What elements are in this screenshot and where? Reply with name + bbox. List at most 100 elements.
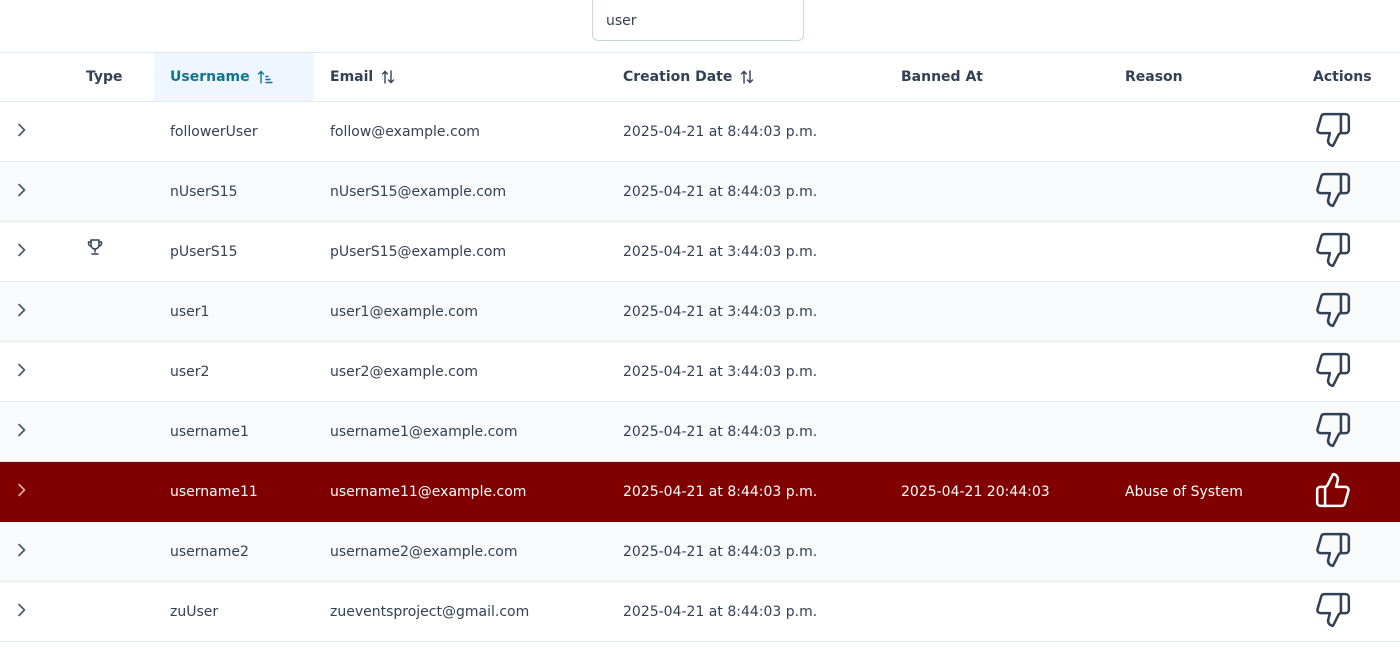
- thumbs-down-icon: [1316, 412, 1351, 448]
- search-box: [592, 0, 804, 41]
- header-email-label: Email: [330, 69, 374, 85]
- username-cell: username1: [154, 401, 314, 462]
- email-text: username1@example.com: [330, 423, 518, 440]
- thumbs-up-icon: [1315, 472, 1350, 508]
- type-cell: [86, 221, 154, 282]
- header-type: Type: [86, 52, 154, 102]
- unban-button[interactable]: [1313, 470, 1353, 510]
- search-input[interactable]: [593, 0, 803, 40]
- ban-button[interactable]: [1313, 290, 1353, 330]
- header-actions: Actions: [1297, 52, 1400, 102]
- username-text: username11: [170, 483, 258, 500]
- thumbs-down-icon: [1316, 592, 1351, 628]
- type-cell: [86, 341, 154, 402]
- chevron-right-icon[interactable]: [12, 301, 30, 319]
- table-row: user2 user2@example.com 2025-04-21 at 3:…: [0, 341, 1400, 402]
- actions-cell: [1297, 401, 1400, 462]
- sort-icon[interactable]: [739, 69, 755, 85]
- chevron-right-icon[interactable]: [12, 421, 30, 439]
- email-text: nUserS15@example.com: [330, 183, 507, 200]
- actions-cell: [1297, 461, 1400, 522]
- ban-button[interactable]: [1313, 530, 1353, 570]
- chevron-right-icon[interactable]: [12, 541, 30, 559]
- table-row: username1 username1@example.com 2025-04-…: [0, 401, 1400, 462]
- email-text: username2@example.com: [330, 543, 518, 560]
- banned-at-cell: [885, 221, 1109, 282]
- table-row: user1 user1@example.com 2025-04-21 at 3:…: [0, 281, 1400, 342]
- email-cell: user1@example.com: [314, 281, 607, 342]
- chevron-right-icon[interactable]: [12, 361, 30, 379]
- banned-at-cell: [885, 581, 1109, 642]
- header-username[interactable]: Username: [154, 52, 314, 102]
- username-cell: nUserS15: [154, 161, 314, 222]
- ban-button[interactable]: [1313, 230, 1353, 270]
- email-text: zueventsproject@gmail.com: [330, 603, 530, 620]
- creation-date-text: 2025-04-21 at 8:44:03 p.m.: [623, 123, 818, 140]
- email-text: username11@example.com: [330, 483, 527, 500]
- table-row: username11 username11@example.com 2025-0…: [0, 461, 1400, 522]
- creation-date-text: 2025-04-21 at 8:44:03 p.m.: [623, 183, 818, 200]
- reason-cell: [1109, 161, 1297, 222]
- expand-cell: [0, 461, 86, 522]
- expand-cell: [0, 101, 86, 162]
- username-text: username1: [170, 423, 249, 440]
- type-cell: [86, 581, 154, 642]
- creation-date-cell: 2025-04-21 at 8:44:03 p.m.: [607, 461, 885, 522]
- type-cell: [86, 161, 154, 222]
- header-banned-at-label: Banned At: [901, 69, 983, 85]
- actions-cell: [1297, 581, 1400, 642]
- username-cell: username11: [154, 461, 314, 522]
- header-type-label: Type: [86, 69, 123, 85]
- ban-button[interactable]: [1313, 590, 1353, 630]
- creation-date-cell: 2025-04-21 at 8:44:03 p.m.: [607, 161, 885, 222]
- banned-at-cell: [885, 521, 1109, 582]
- creation-date-cell: 2025-04-21 at 8:44:03 p.m.: [607, 521, 885, 582]
- chevron-right-icon[interactable]: [12, 601, 30, 619]
- username-text: pUserS15: [170, 243, 238, 260]
- sort-ascending-icon[interactable]: [257, 69, 273, 85]
- email-cell: username11@example.com: [314, 461, 607, 522]
- type-cell: [86, 461, 154, 522]
- reason-cell: [1109, 281, 1297, 342]
- header-creation-date[interactable]: Creation Date: [607, 52, 885, 102]
- creation-date-cell: 2025-04-21 at 8:44:03 p.m.: [607, 581, 885, 642]
- username-cell: user1: [154, 281, 314, 342]
- sort-icon[interactable]: [380, 69, 396, 85]
- banned-at-cell: [885, 101, 1109, 162]
- header-reason-label: Reason: [1125, 69, 1183, 85]
- username-cell: followerUser: [154, 101, 314, 162]
- table-row: username2 username2@example.com 2025-04-…: [0, 521, 1400, 582]
- ban-button[interactable]: [1313, 350, 1353, 390]
- chevron-right-icon[interactable]: [12, 241, 30, 259]
- type-cell: [86, 401, 154, 462]
- username-cell: username2: [154, 521, 314, 582]
- ban-button[interactable]: [1313, 110, 1353, 150]
- username-cell: zuUser: [154, 581, 314, 642]
- ban-button[interactable]: [1313, 410, 1353, 450]
- email-cell: nUserS15@example.com: [314, 161, 607, 222]
- email-cell: username2@example.com: [314, 521, 607, 582]
- username-cell: pUserS15: [154, 221, 314, 282]
- expand-cell: [0, 341, 86, 402]
- expand-cell: [0, 521, 86, 582]
- header-email[interactable]: Email: [314, 52, 607, 102]
- header-expand: [0, 52, 86, 102]
- chevron-right-icon[interactable]: [12, 181, 30, 199]
- email-cell: user2@example.com: [314, 341, 607, 402]
- thumbs-down-icon: [1316, 292, 1351, 328]
- header-creation-date-label: Creation Date: [623, 69, 733, 85]
- creation-date-cell: 2025-04-21 at 3:44:03 p.m.: [607, 281, 885, 342]
- table-row: nUserS15 nUserS15@example.com 2025-04-21…: [0, 161, 1400, 222]
- username-text: nUserS15: [170, 183, 238, 200]
- chevron-right-icon[interactable]: [12, 481, 30, 499]
- thumbs-down-icon: [1316, 172, 1351, 208]
- actions-cell: [1297, 521, 1400, 582]
- reason-cell: [1109, 341, 1297, 402]
- actions-cell: [1297, 101, 1400, 162]
- creation-date-cell: 2025-04-21 at 8:44:03 p.m.: [607, 101, 885, 162]
- ban-button[interactable]: [1313, 170, 1353, 210]
- chevron-right-icon[interactable]: [12, 121, 30, 139]
- banned-at-cell: [885, 161, 1109, 222]
- email-text: user2@example.com: [330, 363, 479, 380]
- actions-cell: [1297, 341, 1400, 402]
